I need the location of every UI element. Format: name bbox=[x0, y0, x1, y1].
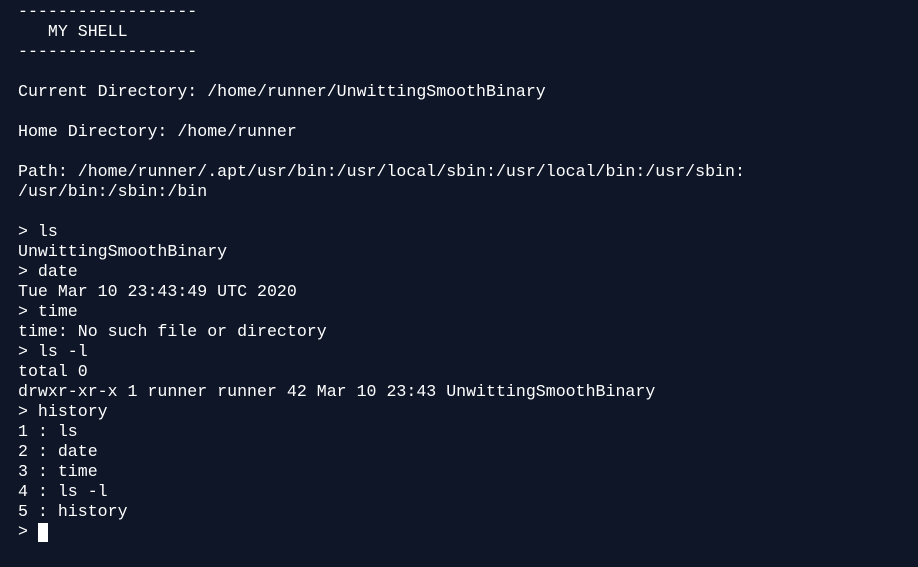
history-entry: 5 : history bbox=[18, 502, 128, 521]
history-entry: 2 : date bbox=[18, 442, 98, 461]
prompt-symbol: > bbox=[18, 522, 38, 541]
output-line: Tue Mar 10 23:43:49 UTC 2020 bbox=[18, 282, 297, 301]
output-line: UnwittingSmoothBinary bbox=[18, 242, 228, 261]
output-line: drwxr-xr-x 1 runner runner 42 Mar 10 23:… bbox=[18, 382, 656, 401]
input-prompt-line[interactable]: > bbox=[18, 522, 918, 542]
history-entry: 1 : ls bbox=[18, 422, 78, 441]
command-history: > history bbox=[18, 402, 108, 421]
command-ls-l: > ls -l bbox=[18, 342, 88, 361]
home-directory-text: Home Directory: /home/runner bbox=[18, 122, 297, 141]
banner-bottom-rule: ------------------ bbox=[18, 42, 198, 61]
history-entry: 3 : time bbox=[18, 462, 98, 481]
command-date: > date bbox=[18, 262, 78, 281]
text-cursor[interactable] bbox=[37, 522, 48, 542]
current-directory-text: Current Directory: /home/runner/Unwittin… bbox=[18, 82, 546, 101]
command-ls: > ls bbox=[18, 222, 58, 241]
banner-title: MY SHELL bbox=[18, 22, 128, 41]
output-line: total 0 bbox=[18, 362, 88, 381]
path-text-line-2: /usr/bin:/sbin:/bin bbox=[18, 182, 208, 201]
path-text-line-1: Path: /home/runner/.apt/usr/bin:/usr/loc… bbox=[18, 162, 745, 181]
terminal-window[interactable]: ------------------ MY SHELL ------------… bbox=[0, 0, 918, 567]
banner-top-rule: ------------------ bbox=[18, 2, 198, 21]
output-line: time: No such file or directory bbox=[18, 322, 327, 341]
command-time: > time bbox=[18, 302, 78, 321]
history-entry: 4 : ls -l bbox=[18, 482, 108, 501]
